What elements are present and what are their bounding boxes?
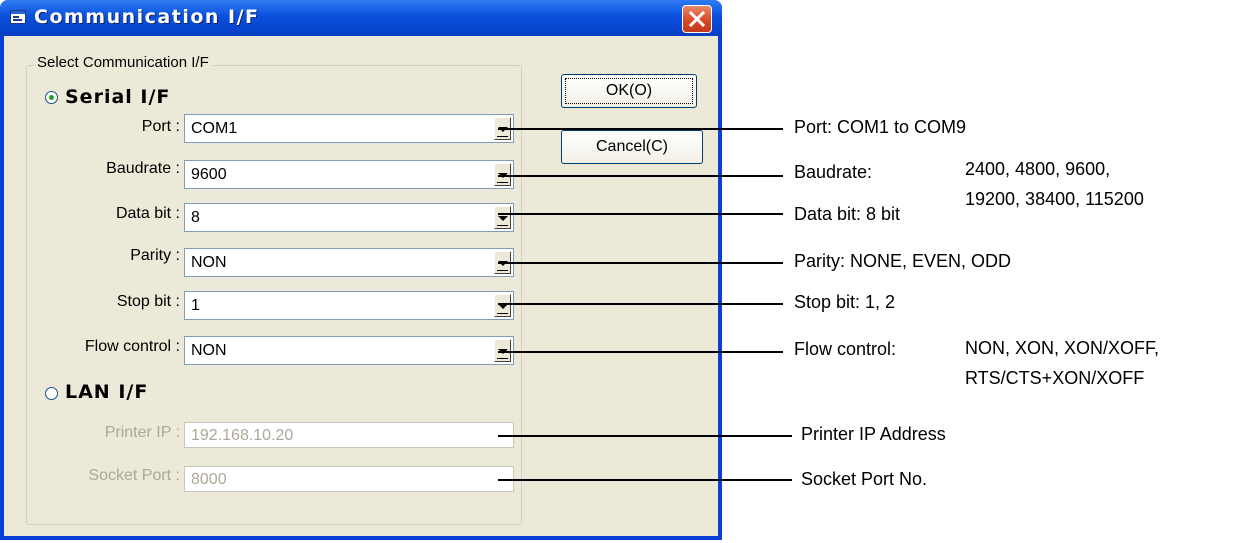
flow-control-value: NON: [191, 342, 227, 359]
app-window-icon: [10, 10, 26, 24]
callout-line-baudrate: [498, 175, 783, 177]
baudrate-label: Baudrate :: [106, 160, 180, 177]
cancel-button[interactable]: Cancel(C): [561, 130, 703, 164]
callout-line-port: [498, 128, 783, 130]
callout-line-socket-port: [498, 479, 792, 481]
serial-if-label: Serial I/F: [65, 86, 171, 108]
data-bit-label: Data bit :: [115, 205, 180, 222]
ok-button[interactable]: OK(O): [561, 74, 697, 108]
serial-if-radio[interactable]: [45, 91, 58, 104]
data-bit-combo[interactable]: 8: [184, 203, 514, 232]
lan-if-label: LAN I/F: [65, 381, 149, 403]
annotation-port: Port: COM1 to COM9: [794, 117, 967, 137]
annotation-baudrate-values-1: 2400, 4800, 9600,: [965, 159, 1111, 179]
radio-selected-dot: [49, 95, 54, 100]
printer-ip-input[interactable]: 192.168.10.20: [184, 422, 514, 448]
annotation-data-bit: Data bit: 8 bit: [794, 204, 901, 224]
dropdown-arrow-icon[interactable]: [494, 294, 511, 317]
socket-port-label: Socket Port :: [88, 467, 180, 484]
baudrate-combo[interactable]: 9600: [184, 160, 514, 189]
baudrate-value: 9600: [191, 166, 227, 183]
annotation-flow-control: Flow control:: [794, 339, 897, 359]
stop-bit-combo[interactable]: 1: [184, 291, 514, 320]
annotation-printer-ip: Printer IP Address: [801, 424, 946, 444]
annotation-stop-bit: Stop bit: 1, 2: [794, 292, 896, 312]
printer-ip-label: Printer IP :: [104, 424, 180, 441]
callout-line-printer-ip: [498, 435, 792, 437]
port-combo[interactable]: COM1: [184, 114, 514, 143]
annotation-flow-values-2: RTS/CTS+XON/XOFF: [965, 368, 1145, 388]
callout-line-stop-bit: [498, 303, 783, 305]
annotation-baudrate-values-2: 19200, 38400, 115200: [965, 189, 1144, 209]
close-button[interactable]: [682, 5, 712, 33]
annotation-flow-values-1: NON, XON, XON/XOFF,: [965, 338, 1160, 358]
socket-port-input[interactable]: 8000: [184, 466, 514, 492]
stop-bit-value: 1: [191, 297, 200, 314]
socket-port-value: 8000: [191, 471, 227, 488]
lan-if-radio[interactable]: [45, 387, 58, 400]
parity-combo[interactable]: NON: [184, 248, 514, 277]
annotation-baudrate: Baudrate:: [794, 162, 873, 182]
title-bar[interactable]: Communication I/F: [0, 0, 722, 36]
annotation-socket-port: Socket Port No.: [801, 469, 928, 489]
callout-line-flow-control: [498, 351, 783, 353]
parity-value: NON: [191, 254, 227, 271]
data-bit-value: 8: [191, 209, 200, 226]
flow-control-combo[interactable]: NON: [184, 336, 514, 365]
parity-label: Parity :: [130, 247, 180, 264]
window-title: Communication I/F: [34, 6, 260, 28]
annotation-parity: Parity: NONE, EVEN, ODD: [794, 251, 1012, 271]
callout-line-parity: [498, 262, 783, 264]
printer-ip-value: 192.168.10.20: [191, 427, 294, 444]
dropdown-arrow-icon[interactable]: [494, 206, 511, 229]
port-label: Port :: [141, 118, 180, 135]
stop-bit-label: Stop bit :: [116, 293, 180, 310]
group-box-label: Select Communication I/F: [34, 54, 212, 71]
flow-control-label: Flow control :: [84, 338, 180, 355]
port-value: COM1: [191, 120, 238, 137]
callout-line-data-bit: [498, 213, 783, 215]
